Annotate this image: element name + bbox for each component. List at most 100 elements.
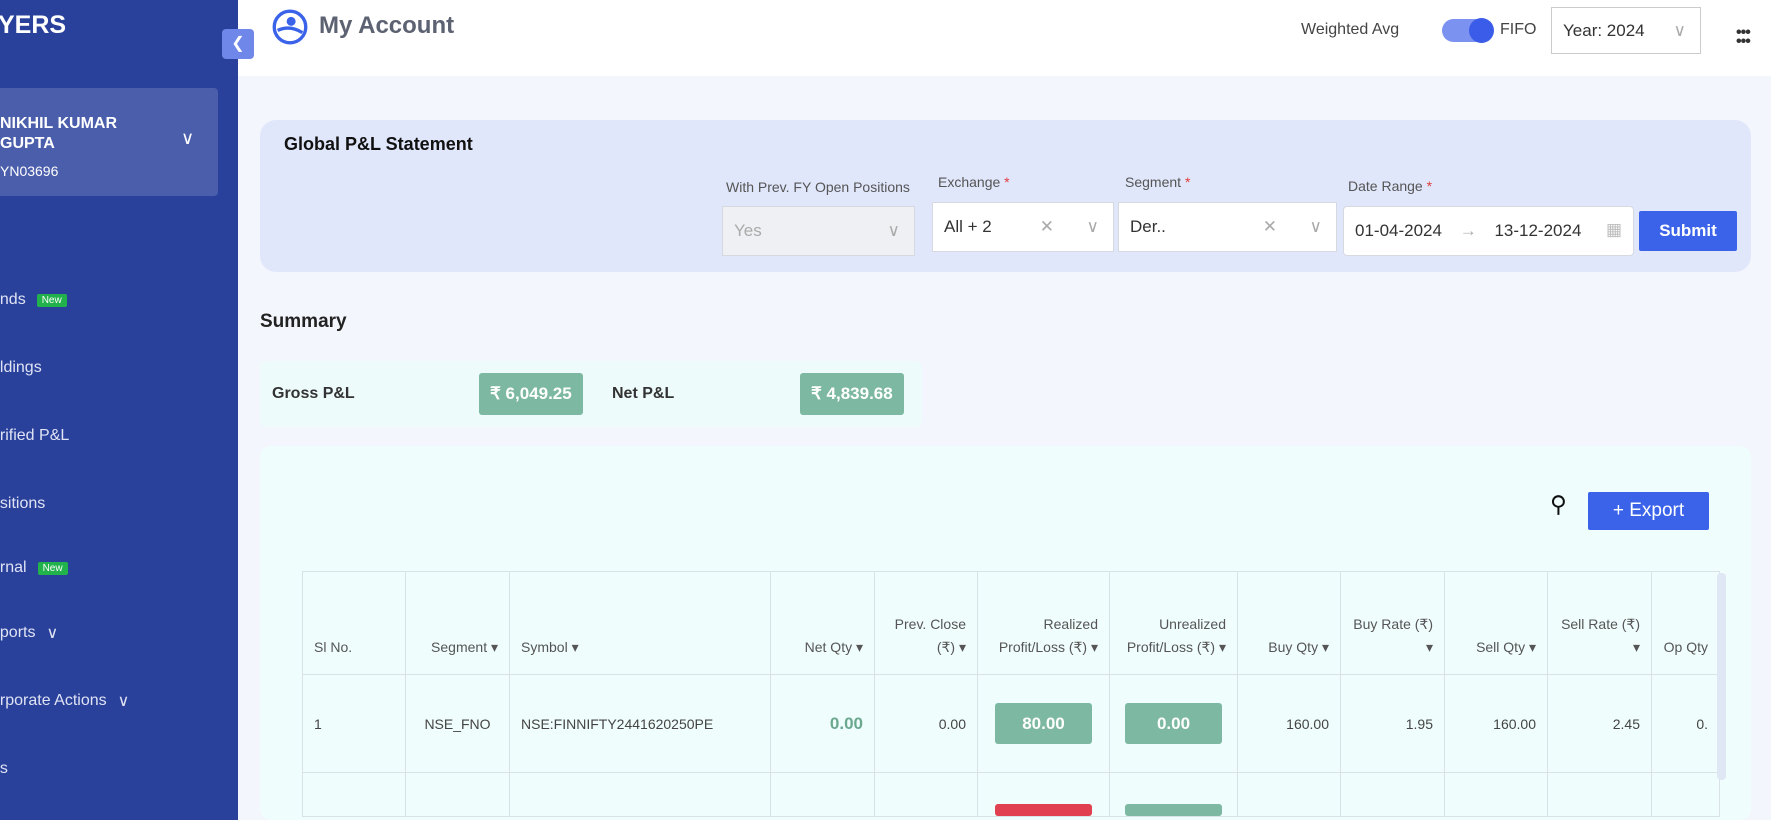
table-cell: 1.95 — [1340, 674, 1445, 773]
exchange-value: All + 2 — [944, 217, 992, 236]
submit-button[interactable]: Submit — [1639, 211, 1737, 251]
account-icon — [272, 9, 308, 45]
table-cell — [302, 772, 406, 817]
table-row[interactable] — [302, 772, 1720, 817]
user-name: NIKHIL KUMAR GUPTA — [0, 115, 118, 152]
date-range-picker[interactable]: 01-04-2024 → 13-12-2024 ▦ — [1343, 206, 1634, 256]
column-header[interactable]: Prev. Close (₹) ▾ — [874, 571, 978, 675]
chevron-down-icon: ∨ — [1309, 217, 1322, 236]
scrollbar[interactable] — [1717, 573, 1726, 780]
export-button[interactable]: + Export — [1588, 492, 1709, 530]
arrow-icon: → — [1459, 221, 1477, 240]
table-header-row: Sl No. Segment ▾ Symbol ▾ Net Qty ▾ Prev. Cl… — [302, 571, 1720, 675]
pl-pill — [995, 804, 1092, 816]
clear-icon[interactable]: ✕ — [1040, 217, 1054, 237]
table-cell — [509, 772, 771, 817]
table-cell: 1 — [302, 674, 406, 773]
table-cell: NSE_FNO — [405, 674, 510, 773]
table-cell: 0. — [1651, 674, 1720, 773]
segment-select[interactable]: Der.. ✕ ∨ — [1118, 202, 1337, 252]
nav-label: erified P&L — [0, 427, 70, 444]
nav-label: eports — [0, 624, 36, 641]
pl-table: Sl No. Segment ▾ Symbol ▾ Net Qty ▾ Prev. Cl… — [302, 571, 1720, 817]
method-toggle[interactable] — [1442, 18, 1494, 43]
column-header[interactable]: Buy Rate (₹) ▾ — [1340, 571, 1445, 675]
user-card[interactable]: NIKHIL KUMAR GUPTA YN03696 ∨ — [0, 88, 218, 196]
cell-value: 160.00 — [1286, 715, 1329, 732]
column-header[interactable]: Realized Profit/Loss (₹) ▾ — [977, 571, 1110, 675]
pl-pill — [1125, 804, 1222, 816]
table-cell — [1237, 772, 1341, 817]
table-cell: 160.00 — [1237, 674, 1341, 773]
sidebar: YERS NIKHIL KUMAR GUPTA YN03696 ∨ unds Ne… — [0, 0, 238, 820]
net-pl-value: ₹ 4,839.68 — [800, 373, 904, 415]
header: My Account Weighted Avg FIFO Year: 2024 ∨… — [238, 0, 1771, 76]
chevron-down-icon: ∨ — [46, 625, 59, 642]
column-header[interactable]: Net Qty ▾ — [770, 571, 875, 675]
segment-value: Der.. — [1130, 217, 1166, 236]
table-cell: NSE:FINNIFTY2441620250PE — [509, 674, 771, 773]
brand-logo: YERS — [0, 11, 67, 39]
table-cell — [1109, 772, 1238, 817]
apps-grid-icon[interactable]: ••• ••• — [1736, 25, 1751, 50]
new-badge: New — [37, 561, 68, 575]
cell-value: 0.00 — [1125, 703, 1222, 744]
table-cell: 0.00 — [770, 674, 875, 773]
sidebar-item-corporate-actions[interactable]: orporate Actions ∨ — [0, 691, 129, 711]
sidebar-item-gifts[interactable]: fts — [0, 760, 8, 778]
prev-fy-select[interactable]: Yes ∨ — [722, 206, 915, 256]
search-icon[interactable]: ⚲ — [1550, 491, 1567, 518]
table-cell: 80.00 — [977, 674, 1110, 773]
table-cell — [874, 772, 978, 817]
date-to[interactable]: 13-12-2024 — [1494, 221, 1581, 240]
cell-value: NSE:FINNIFTY2441620250PE — [521, 715, 714, 732]
sidebar-item-verified-pl[interactable]: erified P&L — [0, 427, 69, 445]
nav-label: urnal — [0, 559, 27, 576]
table-cell — [1444, 772, 1548, 817]
segment-label: Segment * — [1125, 174, 1191, 190]
net-pl-label: Net P&L — [612, 385, 675, 402]
chevron-down-icon[interactable]: ∨ — [181, 128, 194, 149]
date-range-label: Date Range * — [1348, 178, 1433, 194]
sidebar-item-journal[interactable]: urnal New — [0, 559, 68, 577]
year-select[interactable]: Year: 2024 ∨ — [1551, 7, 1701, 54]
cell-value: 1.95 — [1405, 715, 1433, 732]
sidebar-item-holdings[interactable]: oldings — [0, 359, 42, 377]
gross-pl-label: Gross P&L — [272, 385, 355, 402]
page: YERS NIKHIL KUMAR GUPTA YN03696 ∨ unds Ne… — [0, 0, 1771, 820]
cell-value: 160.00 — [1493, 715, 1536, 732]
column-header[interactable]: Sell Rate (₹) ▾ — [1547, 571, 1652, 675]
cell-value: NSE_FNO — [424, 715, 491, 732]
table-card: ⚲ + Export Sl No. Segment ▾ Symbol ▾ Net Qt… — [260, 446, 1751, 820]
cell-value: 2.45 — [1612, 715, 1640, 732]
column-header[interactable]: Buy Qty ▾ — [1237, 571, 1341, 675]
chevron-down-icon: ∨ — [117, 693, 130, 710]
chevron-down-icon: ∨ — [887, 221, 900, 240]
sidebar-item-funds[interactable]: unds New — [0, 291, 67, 309]
weighted-avg-label: Weighted Avg — [1301, 21, 1400, 38]
filters-panel: Global P&L Statement With Prev. FY Open … — [260, 120, 1751, 272]
table-cell: 0.00 — [1109, 674, 1238, 773]
column-header[interactable]: Segment ▾ — [405, 571, 510, 675]
sidebar-item-reports[interactable]: eports ∨ — [0, 623, 58, 643]
gross-pl-value: ₹ 6,049.25 — [479, 373, 583, 415]
table-cell — [977, 772, 1110, 817]
cell-value: 0. — [1696, 715, 1708, 732]
column-header[interactable]: Unrealized Profit/Loss (₹) ▾ — [1109, 571, 1238, 675]
table-cell: 160.00 — [1444, 674, 1548, 773]
column-header[interactable]: Op Qty — [1651, 571, 1720, 675]
table-cell: 0.00 — [874, 674, 978, 773]
collapse-sidebar-button[interactable]: ❮ — [222, 29, 254, 59]
column-header[interactable]: Symbol ▾ — [509, 571, 771, 675]
column-header[interactable]: Sl No. — [302, 571, 406, 675]
new-badge: New — [36, 293, 67, 307]
date-from[interactable]: 01-04-2024 — [1355, 221, 1442, 240]
table-cell — [1340, 772, 1445, 817]
column-header[interactable]: Sell Qty ▾ — [1444, 571, 1548, 675]
sidebar-item-positions[interactable]: ositions — [0, 495, 45, 513]
exchange-select[interactable]: All + 2 ✕ ∨ — [932, 202, 1114, 252]
user-id: YN03696 — [0, 163, 59, 179]
clear-icon[interactable]: ✕ — [1263, 217, 1277, 237]
table-row[interactable]: 1 NSE_FNO NSE:FINNIFTY2441620250PE 0.00 0.00… — [302, 674, 1720, 773]
cell-value: 0.00 — [829, 713, 863, 733]
